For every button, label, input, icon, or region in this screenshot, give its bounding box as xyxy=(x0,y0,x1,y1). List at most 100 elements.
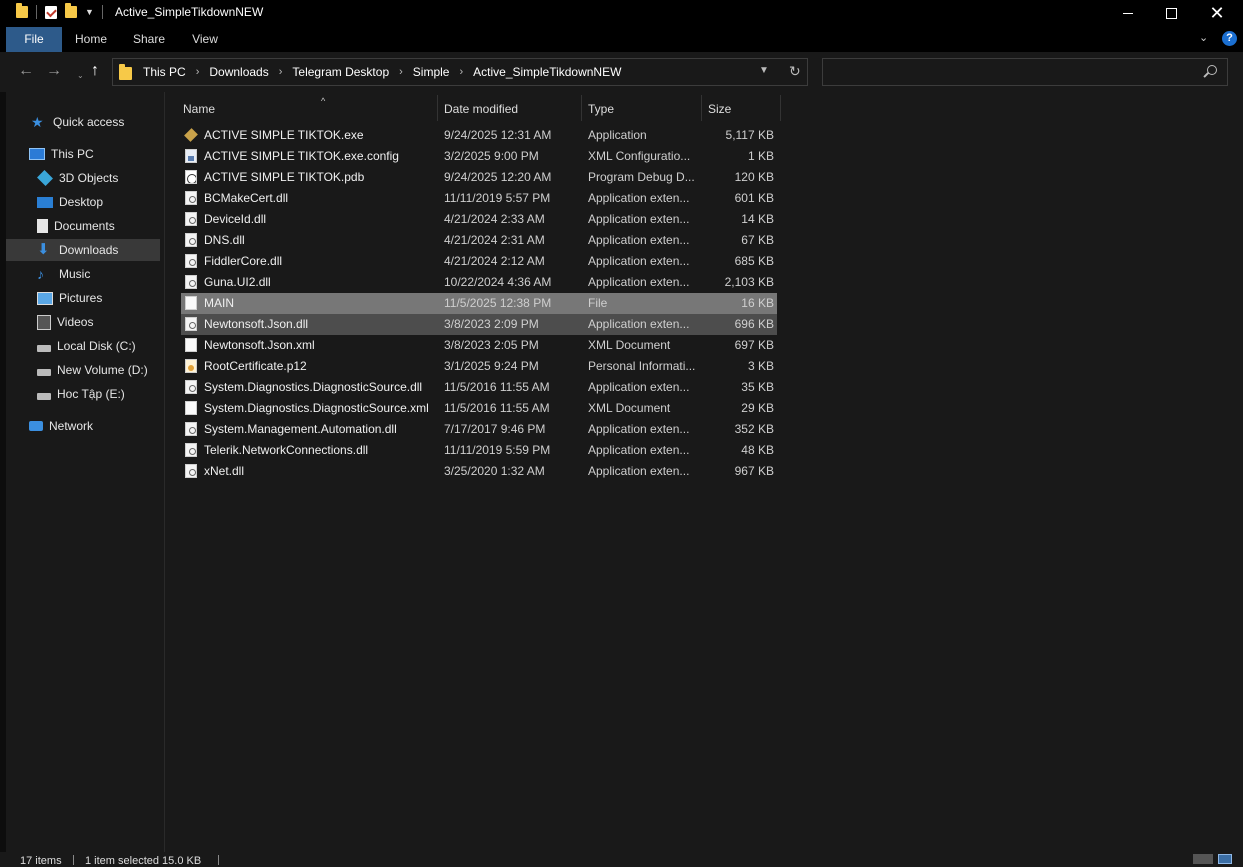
sidebar-item-label: Music xyxy=(59,267,91,281)
file-list: Name ^ Date modified Type Size ACTIVE SI… xyxy=(165,92,1243,852)
chevron-right-icon[interactable]: › xyxy=(279,66,283,78)
breadcrumb-current-folder[interactable]: Active_SimpleTikdownNEW xyxy=(473,65,621,79)
sidebar-item-network[interactable]: Network xyxy=(29,415,160,437)
file-size: 2,103 KB xyxy=(724,275,774,289)
breadcrumb-downloads[interactable]: Downloads xyxy=(209,65,268,79)
sidebar-item-pictures[interactable]: Pictures xyxy=(37,287,160,309)
search-input[interactable] xyxy=(822,58,1228,86)
column-divider[interactable] xyxy=(581,95,582,121)
up-button[interactable]: ↑ xyxy=(91,63,99,79)
file-name: FiddlerCore.dll xyxy=(204,254,283,268)
refresh-icon[interactable]: ↻ xyxy=(789,63,801,80)
sidebar-item-local-disk-c[interactable]: Local Disk (C:) xyxy=(37,335,160,357)
file-type: Application exten... xyxy=(588,233,690,247)
file-dll-icon xyxy=(185,191,197,205)
music-icon: ♪ xyxy=(37,266,44,282)
chevron-right-icon[interactable]: › xyxy=(399,66,403,78)
file-size: 14 KB xyxy=(741,212,774,226)
file-row[interactable]: ACTIVE SIMPLE TIKTOK.exe 9/24/2025 12:31 … xyxy=(181,125,777,146)
file-row[interactable]: System.Diagnostics.DiagnosticSource.dll 1… xyxy=(181,377,777,398)
file-type: XML Configuratio... xyxy=(588,149,691,163)
file-dll-icon xyxy=(185,275,197,289)
column-header-name[interactable]: Name ^ xyxy=(183,96,433,122)
sidebar-item-quick-access[interactable]: ★ Quick access xyxy=(31,111,160,133)
file-row[interactable]: System.Management.Automation.dll 7/17/201… xyxy=(181,419,777,440)
column-divider[interactable] xyxy=(780,95,781,121)
customize-toolbar-icon[interactable]: ▼ xyxy=(85,7,94,17)
back-button[interactable]: ← xyxy=(18,63,34,79)
sidebar-item-new-volume-d[interactable]: New Volume (D:) xyxy=(37,359,160,381)
tab-home[interactable]: Home xyxy=(66,27,116,52)
address-bar[interactable]: This PC › Downloads › Telegram Desktop ›… xyxy=(112,58,808,86)
breadcrumb-this-pc[interactable]: This PC xyxy=(143,65,186,79)
new-folder-icon[interactable] xyxy=(65,3,77,18)
tab-file[interactable]: File xyxy=(6,27,62,52)
file-size: 48 KB xyxy=(741,443,774,457)
sidebar-item-label: Quick access xyxy=(53,115,125,129)
sidebar-item-documents[interactable]: Documents xyxy=(37,215,160,237)
file-row[interactable]: DeviceId.dll 4/21/2024 2:33 AM Application… xyxy=(181,209,777,230)
help-icon[interactable]: ? xyxy=(1222,31,1237,46)
properties-icon[interactable] xyxy=(45,5,57,19)
file-row[interactable]: Newtonsoft.Json.xml 3/8/2023 2:05 PM XML D… xyxy=(181,335,777,356)
minimize-icon xyxy=(1123,12,1133,14)
file-row[interactable]: ACTIVE SIMPLE TIKTOK.exe.config 3/2/2025 … xyxy=(181,146,777,167)
tab-share[interactable]: Share xyxy=(124,27,174,52)
column-header-type[interactable]: Type xyxy=(588,96,700,122)
sidebar-item-label: 3D Objects xyxy=(59,171,119,185)
sidebar-item-desktop[interactable]: Desktop xyxy=(37,191,160,213)
breadcrumb-telegram-desktop[interactable]: Telegram Desktop xyxy=(292,65,389,79)
breadcrumb-simple[interactable]: Simple xyxy=(413,65,450,79)
file-row[interactable]: System.Diagnostics.DiagnosticSource.xml 1… xyxy=(181,398,777,419)
toolbar-divider xyxy=(36,5,37,19)
sidebar-item-this-pc[interactable]: This PC xyxy=(29,143,160,165)
file-row[interactable]: BCMakeCert.dll 11/11/2019 5:57 PM Applicat… xyxy=(181,188,777,209)
file-type: Application exten... xyxy=(588,254,690,268)
file-date-modified: 4/21/2024 2:33 AM xyxy=(444,212,545,226)
file-row[interactable]: FiddlerCore.dll 4/21/2024 2:12 AM Applicat… xyxy=(181,251,777,272)
search-icon xyxy=(1207,65,1217,75)
file-blank-icon xyxy=(185,296,197,310)
forward-button[interactable]: → xyxy=(46,63,62,79)
column-divider[interactable] xyxy=(701,95,702,121)
maximize-button[interactable] xyxy=(1148,0,1194,26)
file-type: File xyxy=(588,296,608,310)
recent-locations-icon[interactable]: ⌄ xyxy=(77,68,84,84)
close-button[interactable]: ✕ xyxy=(1194,0,1240,26)
file-row[interactable]: xNet.dll 3/25/2020 1:32 AM Application ext… xyxy=(181,461,777,482)
folder-icon xyxy=(119,64,132,80)
window-title: Active_SimpleTikdownNEW xyxy=(115,5,264,19)
minimize-button[interactable] xyxy=(1105,0,1151,26)
file-row[interactable]: Newtonsoft.Json.dll 3/8/2023 2:09 PM Appli… xyxy=(181,314,777,335)
file-row[interactable]: Telerik.NetworkConnections.dll 11/11/2019… xyxy=(181,440,777,461)
file-type: Application xyxy=(588,128,647,142)
expand-ribbon-icon[interactable]: ⌄ xyxy=(1199,31,1208,44)
file-row[interactable]: DNS.dll 4/21/2024 2:31 AM Application exte… xyxy=(181,230,777,251)
file-name: xNet.dll xyxy=(204,464,245,478)
file-date-modified: 3/8/2023 2:05 PM xyxy=(444,338,539,352)
tab-view[interactable]: View xyxy=(180,27,230,52)
chevron-down-icon[interactable]: ▼ xyxy=(759,65,769,76)
details-view-icon[interactable] xyxy=(1193,854,1213,864)
file-row[interactable]: ACTIVE SIMPLE TIKTOK.pdb 9/24/2025 12:20 … xyxy=(181,167,777,188)
file-name: Guna.UI2.dll xyxy=(204,275,271,289)
sidebar-item-3d-objects[interactable]: 3D Objects xyxy=(37,167,160,189)
navigation-bar: ← → ⌄ ↑ This PC › Downloads › Telegram D… xyxy=(0,52,1243,92)
large-icons-view-icon[interactable] xyxy=(1218,854,1232,864)
chevron-right-icon[interactable]: › xyxy=(459,66,463,78)
chevron-right-icon[interactable]: › xyxy=(196,66,200,78)
sidebar-item-videos[interactable]: Videos xyxy=(37,311,160,333)
sidebar-item-music[interactable]: ♪ Music xyxy=(37,263,160,285)
sidebar-item-hoc-tap-e[interactable]: Hoc Tập (E:) xyxy=(37,383,160,405)
file-dll-icon xyxy=(185,464,197,478)
column-header-size[interactable]: Size xyxy=(708,96,778,122)
file-row[interactable]: Guna.UI2.dll 10/22/2024 4:36 AM Applicatio… xyxy=(181,272,777,293)
file-dll-icon xyxy=(185,380,197,394)
close-icon: ✕ xyxy=(1209,3,1225,23)
column-divider[interactable] xyxy=(437,95,438,121)
file-name: System.Management.Automation.dll xyxy=(204,422,397,436)
file-row[interactable]: MAIN 11/5/2025 12:38 PM File 16 KB xyxy=(181,293,777,314)
column-header-date[interactable]: Date modified xyxy=(444,96,579,122)
sidebar-item-downloads[interactable]: ⬇ Downloads xyxy=(6,239,160,261)
file-row[interactable]: RootCertificate.p12 3/1/2025 9:24 PM Perso… xyxy=(181,356,777,377)
